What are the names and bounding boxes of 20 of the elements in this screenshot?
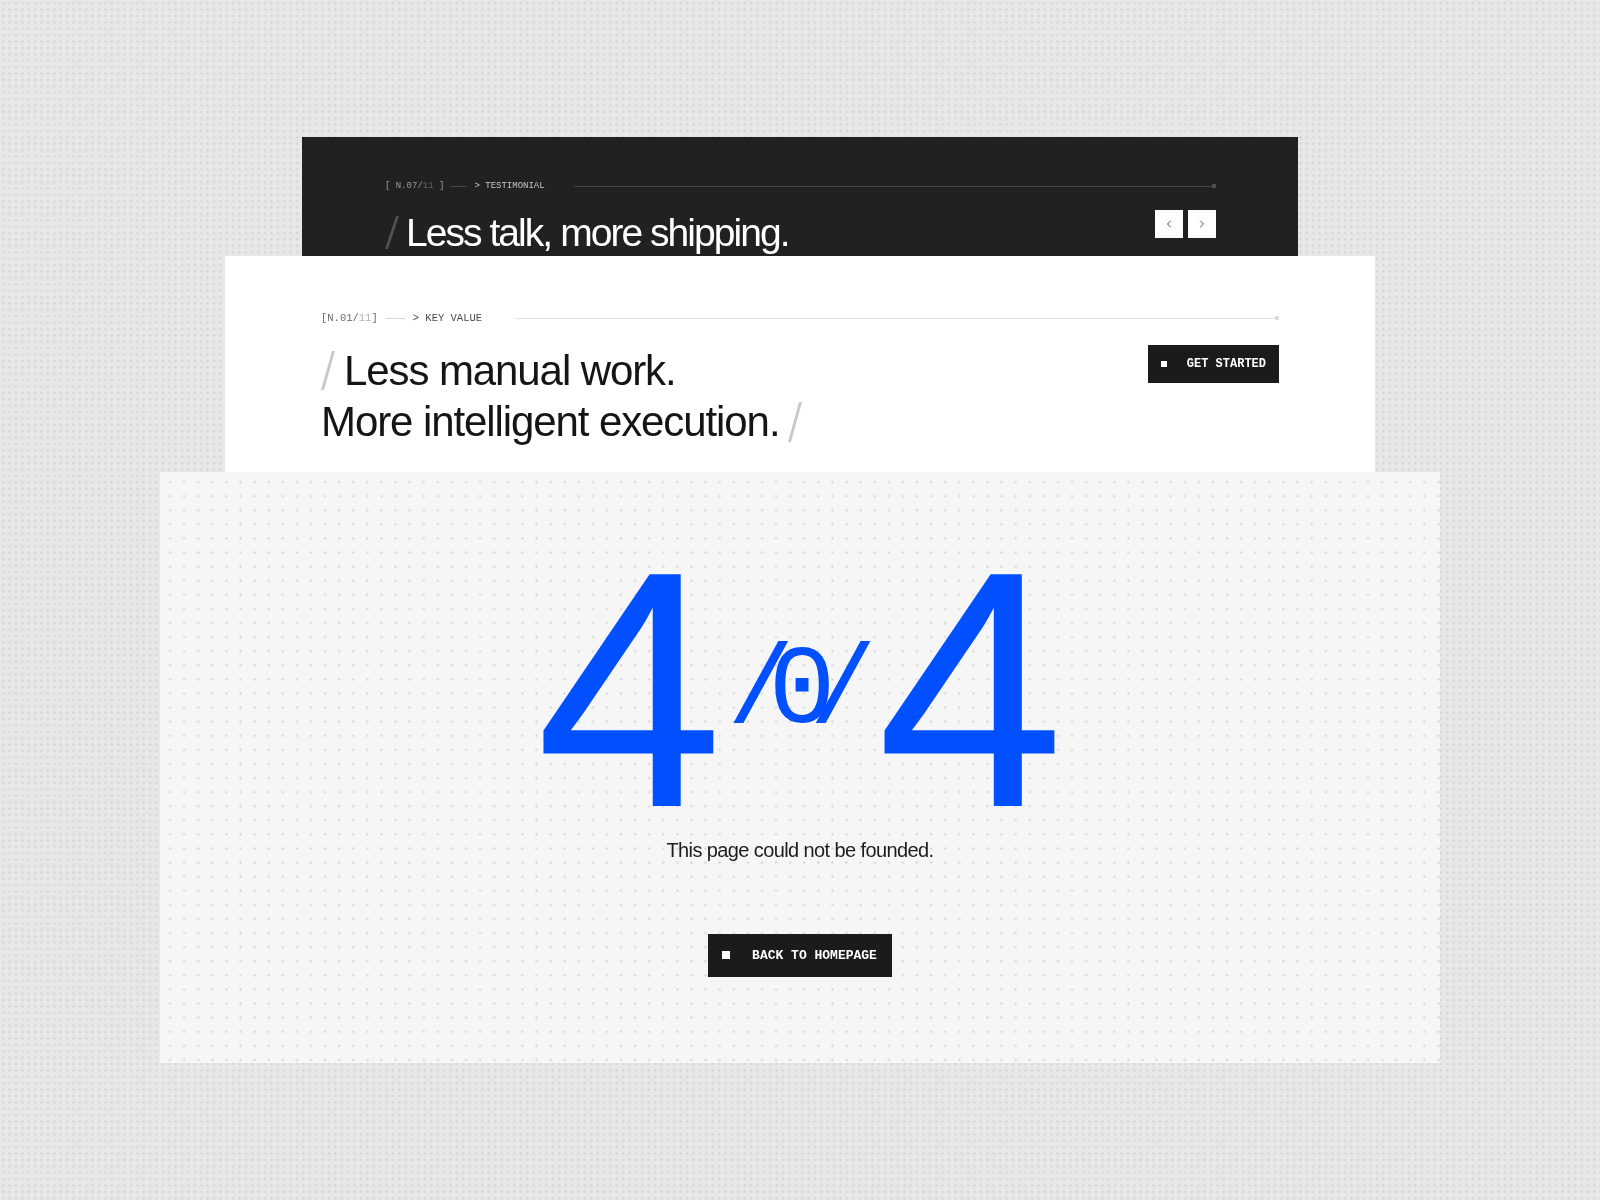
next-button[interactable] bbox=[1188, 210, 1216, 238]
headline-text: Less manual work. bbox=[344, 346, 676, 396]
section-label: > KEY VALUE bbox=[412, 312, 483, 324]
headline-text: More intelligent execution. bbox=[321, 397, 780, 447]
error-message: This page could not be founded. bbox=[666, 837, 934, 862]
previous-button[interactable] bbox=[1155, 210, 1183, 238]
slash-icon bbox=[788, 401, 803, 442]
section-label: > TESTIMONIAL bbox=[474, 181, 545, 191]
slash-icon bbox=[385, 216, 399, 249]
error-code-digit: 4 bbox=[876, 563, 1065, 816]
square-icon bbox=[722, 951, 731, 960]
back-to-homepage-button[interactable]: BACK TO HOMEPAGE bbox=[708, 933, 892, 977]
get-started-button[interactable]: GET STARTED bbox=[1147, 345, 1279, 383]
error-code-zero: /0/ bbox=[727, 630, 877, 754]
square-icon bbox=[1160, 361, 1167, 367]
section-counter: [ N.07/11 ] bbox=[385, 181, 445, 191]
testimonial-title: Less talk, more shipping. bbox=[406, 210, 789, 256]
slash-icon bbox=[321, 351, 335, 390]
section-counter: [N.01/11] bbox=[321, 312, 378, 324]
error-code-digit: 4 bbox=[535, 563, 724, 816]
